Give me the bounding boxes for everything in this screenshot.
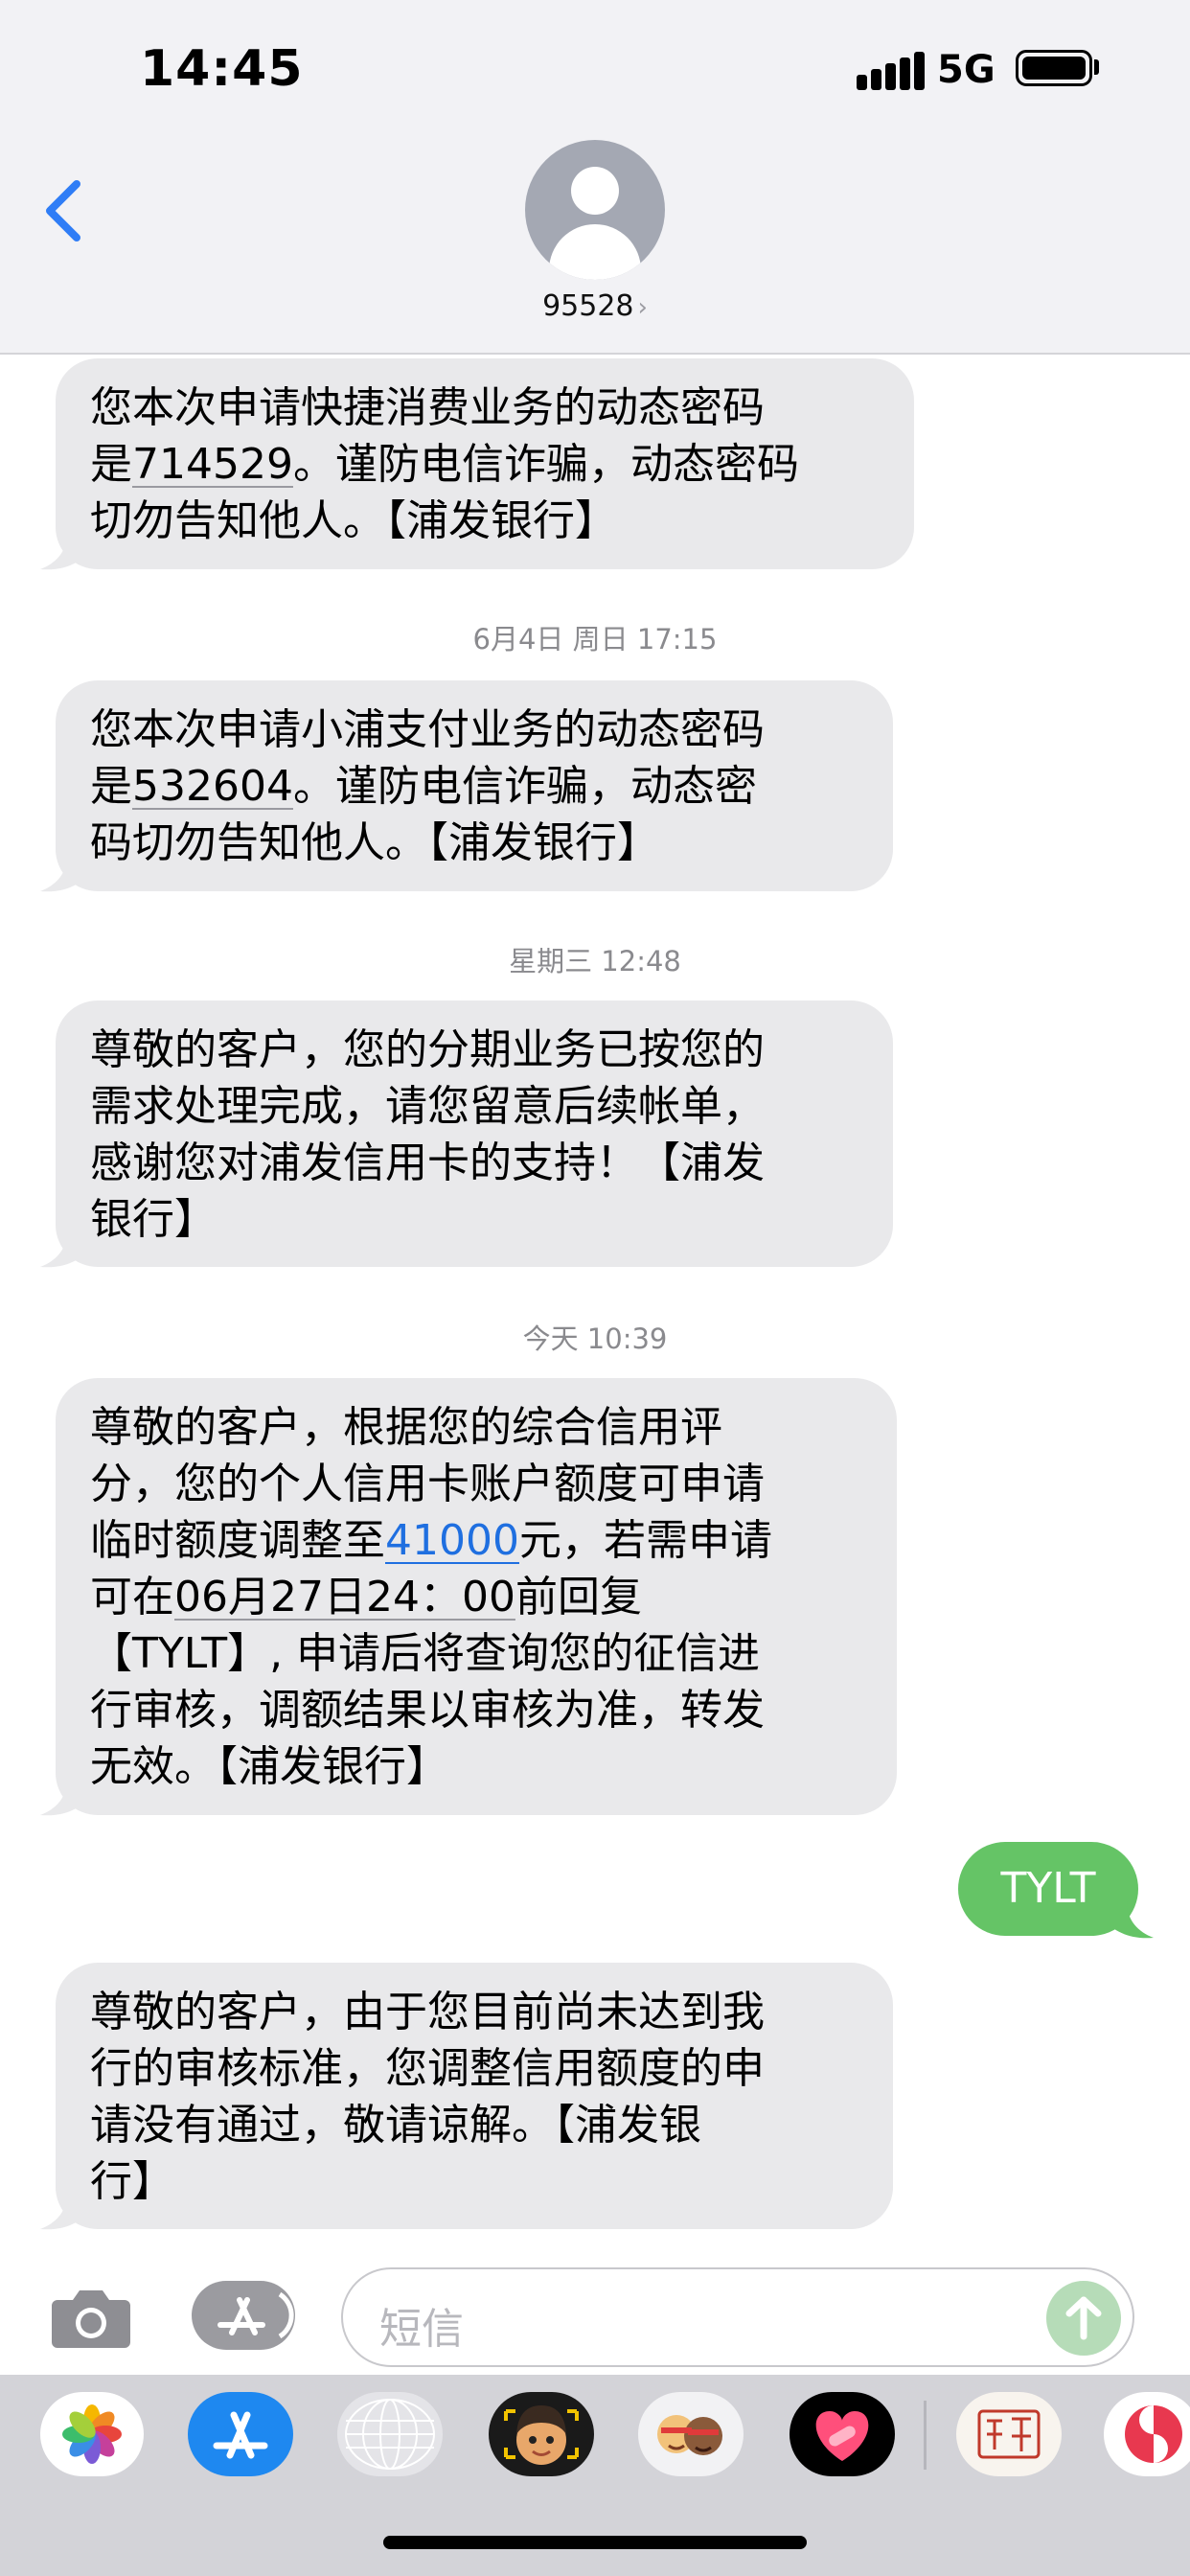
message-text: 【TYLT】, 申请后将查询您的征信进 xyxy=(90,1629,761,1678)
message-line: 尊敬的客户，由于您目前尚未达到我 xyxy=(90,1984,860,2040)
message-line: 需求处理完成，请您留意后续帐单， xyxy=(90,1078,860,1135)
incoming-message-5[interactable]: 尊敬的客户，由于您目前尚未达到我 行的审核标准，您调整信用额度的申 请没有通过，… xyxy=(56,1963,893,2229)
message-line: 您本次申请快捷消费业务的动态密码 xyxy=(90,380,881,436)
message-line: 分，您的个人信用卡账户额度可申请 xyxy=(90,1456,864,1512)
contact-name[interactable]: 95528 › xyxy=(0,289,1190,323)
battery-icon xyxy=(1016,50,1092,86)
message-text: 您本次申请快捷消费业务的动态密码 xyxy=(90,383,765,432)
message-text: 临时额度调整至 xyxy=(90,1516,385,1565)
timestamp: 星期三 12:48 xyxy=(509,945,681,978)
message-text: 。谨防电信诈骗，动态密码 xyxy=(292,440,799,489)
message-text: 前回复 xyxy=(515,1573,642,1622)
message-text: 行的审核标准，您调整信用额度的申 xyxy=(90,2044,765,2093)
send-button[interactable] xyxy=(1046,2281,1121,2356)
message-line: 切勿告知他人。【浦发银行】 xyxy=(90,493,881,549)
bubble-tail xyxy=(40,1230,90,1268)
message-text: 尊敬的客户，您的分期业务已按您的 xyxy=(90,1025,765,1074)
message-text: 码切勿告知他人。【浦发银行】 xyxy=(90,818,659,867)
message-text: 分，您的个人信用卡账户额度可申请 xyxy=(90,1460,765,1508)
deadline-link[interactable]: 06月27日24：00 xyxy=(174,1573,515,1622)
incoming-message-1[interactable]: 您本次申请快捷消费业务的动态密码 是714529。谨防电信诈骗，动态密码 切勿告… xyxy=(56,358,914,569)
incoming-message-3[interactable]: 尊敬的客户，您的分期业务已按您的 需求处理完成，请您留意后续帐单， 感谢您对浦发… xyxy=(56,1000,893,1267)
contact-number: 95528 xyxy=(542,289,634,323)
message-text: 无效。【浦发银行】 xyxy=(90,1742,448,1791)
message-text: 银行】 xyxy=(90,1195,217,1244)
message-text: 需求处理完成，请您留意后续帐单， xyxy=(90,1082,765,1131)
apps-button[interactable] xyxy=(192,2281,295,2350)
message-line: 尊敬的客户，您的分期业务已按您的 xyxy=(90,1022,860,1078)
message-line: 【TYLT】, 申请后将查询您的征信进 xyxy=(90,1625,864,1682)
message-line: 是714529。谨防电信诈骗，动态密码 xyxy=(90,436,881,493)
network-type: 5G xyxy=(937,48,995,92)
timestamp: 今天 10:39 xyxy=(522,1322,668,1355)
message-line: 行审核，调额结果以审核为准，转发 xyxy=(90,1682,864,1738)
appstore-icon xyxy=(217,2291,294,2339)
message-line: 临时额度调整至41000元，若需申请 xyxy=(90,1512,864,1569)
avatar-person-icon xyxy=(571,167,619,215)
incoming-message-4[interactable]: 尊敬的客户，根据您的综合信用评 分，您的个人信用卡账户额度可申请 临时额度调整至… xyxy=(56,1378,897,1815)
drawer-divider xyxy=(924,2401,927,2470)
verification-code[interactable]: 714529 xyxy=(132,440,293,489)
message-line: 可在06月27日24：00前回复 xyxy=(90,1569,864,1625)
bubble-tail xyxy=(40,533,90,570)
message-text: 请没有通过，敬请谅解。【浦发银 xyxy=(90,2101,701,2150)
message-line: 银行】 xyxy=(90,1191,860,1248)
message-line: 行】 xyxy=(90,2153,860,2210)
status-bar: 14:45 5G xyxy=(0,0,1190,134)
message-line: 尊敬的客户，根据您的综合信用评 xyxy=(90,1399,864,1456)
verification-code[interactable]: 532604 xyxy=(132,762,293,811)
status-time: 14:45 xyxy=(140,40,304,98)
digital-touch-app-icon[interactable] xyxy=(337,2392,443,2476)
appstore-app-icon[interactable] xyxy=(188,2392,293,2476)
message-text: 行】 xyxy=(90,2157,174,2206)
message-line: 是532604。谨防电信诈骗，动态密 xyxy=(90,758,860,815)
battery-tip-icon xyxy=(1094,59,1099,75)
stamp-app-icon[interactable] xyxy=(956,2392,1062,2476)
message-text: 可在 xyxy=(90,1573,174,1622)
message-text: 行审核，调额结果以审核为准，转发 xyxy=(90,1686,765,1735)
message-text: 是 xyxy=(90,762,132,811)
camera-icon[interactable] xyxy=(50,2283,132,2350)
message-text: 尊敬的客户，根据您的综合信用评 xyxy=(90,1403,722,1452)
memoji-app-icon[interactable] xyxy=(489,2392,594,2476)
message-text: 感谢您对浦发信用卡的支持！【浦发 xyxy=(90,1138,765,1187)
contact-avatar[interactable] xyxy=(525,140,665,280)
timestamp: 6月4日 周日 17:15 xyxy=(472,623,718,656)
message-line: 无效。【浦发银行】 xyxy=(90,1738,864,1795)
amount-link[interactable]: 41000 xyxy=(385,1516,519,1565)
message-text: 。谨防电信诈骗，动态密 xyxy=(292,762,757,811)
message-text: 元，若需申请 xyxy=(518,1516,772,1565)
message-line: 行的审核标准，您调整信用额度的申 xyxy=(90,2040,860,2097)
message-line: 您本次申请小浦支付业务的动态密码 xyxy=(90,702,860,758)
bubble-tail-outgoing xyxy=(1104,1901,1154,1939)
home-indicator xyxy=(383,2536,807,2549)
message-text: 您本次申请小浦支付业务的动态密码 xyxy=(90,705,765,754)
contact-chevron-icon: › xyxy=(637,293,648,322)
photos-app-icon[interactable] xyxy=(40,2392,144,2476)
message-text: 尊敬的客户，由于您目前尚未达到我 xyxy=(90,1988,765,2036)
message-input-placeholder: 短信 xyxy=(379,2305,464,2354)
back-chevron-icon[interactable] xyxy=(36,172,94,249)
message-text: 切勿告知他人。【浦发银行】 xyxy=(90,496,617,545)
message-line: 请没有通过，敬请谅解。【浦发银 xyxy=(90,2097,860,2153)
memoji-stickers-app-icon[interactable] xyxy=(638,2392,744,2476)
message-line: 码切勿告知他人。【浦发银行】 xyxy=(90,815,860,871)
fitness-app-icon[interactable] xyxy=(790,2392,895,2476)
arrow-up-icon xyxy=(1065,2296,1102,2340)
bubble-tail xyxy=(40,2193,90,2230)
signal-strength-icon xyxy=(857,48,926,90)
bubble-tail xyxy=(40,855,90,892)
partial-app-icon[interactable] xyxy=(1104,2392,1190,2476)
incoming-message-2[interactable]: 您本次申请小浦支付业务的动态密码 是532604。谨防电信诈骗，动态密 码切勿告… xyxy=(56,680,893,891)
bubble-tail xyxy=(40,1779,90,1816)
message-line: 感谢您对浦发信用卡的支持！【浦发 xyxy=(90,1135,860,1191)
message-text: 是 xyxy=(90,440,132,489)
